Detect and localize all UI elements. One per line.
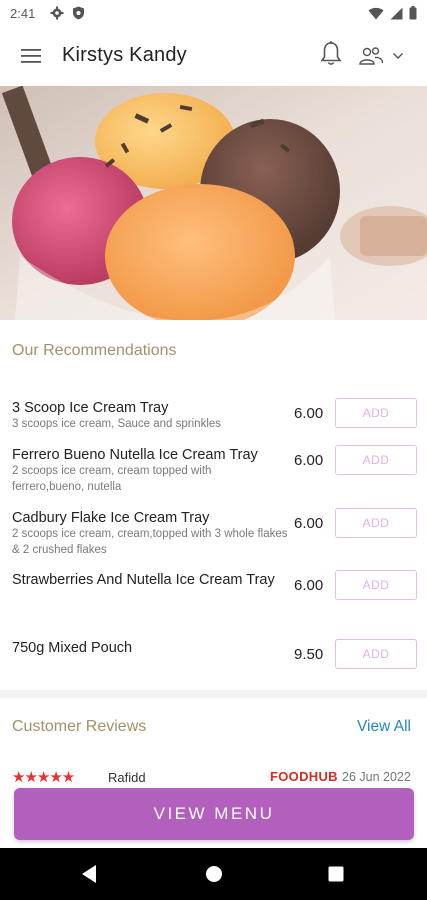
item-price: 6.00 (294, 515, 324, 532)
item-description: 2 scoops ice cream, cream topped with fe… (12, 465, 212, 493)
recent-apps-icon[interactable] (328, 866, 344, 882)
item-price: 9.50 (294, 646, 324, 663)
recommendations-title: Our Recommendations (12, 342, 177, 359)
review-source-logo: FOODHUB (270, 769, 338, 784)
reviews-title: Customer Reviews (12, 718, 147, 735)
status-bar: 2:41 (0, 0, 427, 28)
signal-icon (390, 7, 403, 19)
review-item: ★★★★★ Rafidd FOODHUB 26 Jun 2022 (0, 764, 427, 786)
item-name: Strawberries And Nutella Ice Cream Tray (12, 572, 275, 588)
item-price: 6.00 (294, 452, 324, 469)
item-description: 3 scoops ice cream, Sauce and sprinkles (12, 418, 222, 430)
wifi-icon (368, 7, 384, 19)
reviewer-name: Rafidd (108, 770, 146, 785)
account-switch-button[interactable] (358, 44, 410, 68)
item-name: 3 Scoop Ice Cream Tray (12, 400, 169, 416)
hamburger-menu-button[interactable] (20, 46, 42, 68)
notifications-button[interactable] (319, 40, 343, 68)
section-divider (0, 690, 427, 698)
back-icon[interactable] (80, 864, 98, 884)
hamburger-menu-icon (21, 49, 41, 63)
item-description: 2 scoops ice cream, cream,topped with 3 … (12, 528, 288, 556)
item-price: 6.00 (294, 577, 324, 594)
account-switch-icon (359, 47, 384, 65)
hero-image (0, 86, 427, 320)
add-button[interactable]: ADD (335, 445, 417, 475)
gear-icon (50, 6, 64, 20)
battery-icon (409, 6, 417, 20)
status-time: 2:41 (10, 6, 36, 21)
add-button[interactable]: ADD (335, 639, 417, 669)
view-menu-button[interactable]: VIEW MENU (14, 788, 414, 840)
shield-icon (73, 6, 84, 20)
review-date: 26 Jun 2022 (342, 770, 411, 784)
rating-stars: ★★★★★ (12, 769, 75, 786)
app-bar: Kirstys Kandy (0, 28, 427, 86)
home-icon[interactable] (205, 865, 223, 883)
bell-icon (320, 41, 342, 65)
item-name: 750g Mixed Pouch (12, 640, 133, 656)
view-all-link[interactable]: View All (357, 718, 411, 736)
ice-cream-sundae-photo (0, 86, 427, 320)
add-button[interactable]: ADD (335, 398, 417, 428)
add-button[interactable]: ADD (335, 508, 417, 538)
item-price: 6.00 (294, 405, 324, 422)
item-name: Cadbury Flake Ice Cream Tray (12, 510, 210, 526)
add-button[interactable]: ADD (335, 570, 417, 600)
status-right-icons (368, 6, 417, 20)
system-nav-bar (0, 848, 427, 900)
chevron-down-icon (392, 52, 404, 60)
app-title: Kirstys Kandy (62, 44, 187, 66)
status-left-icons (50, 6, 85, 20)
item-name: Ferrero Bueno Nutella Ice Cream Tray (12, 447, 258, 463)
